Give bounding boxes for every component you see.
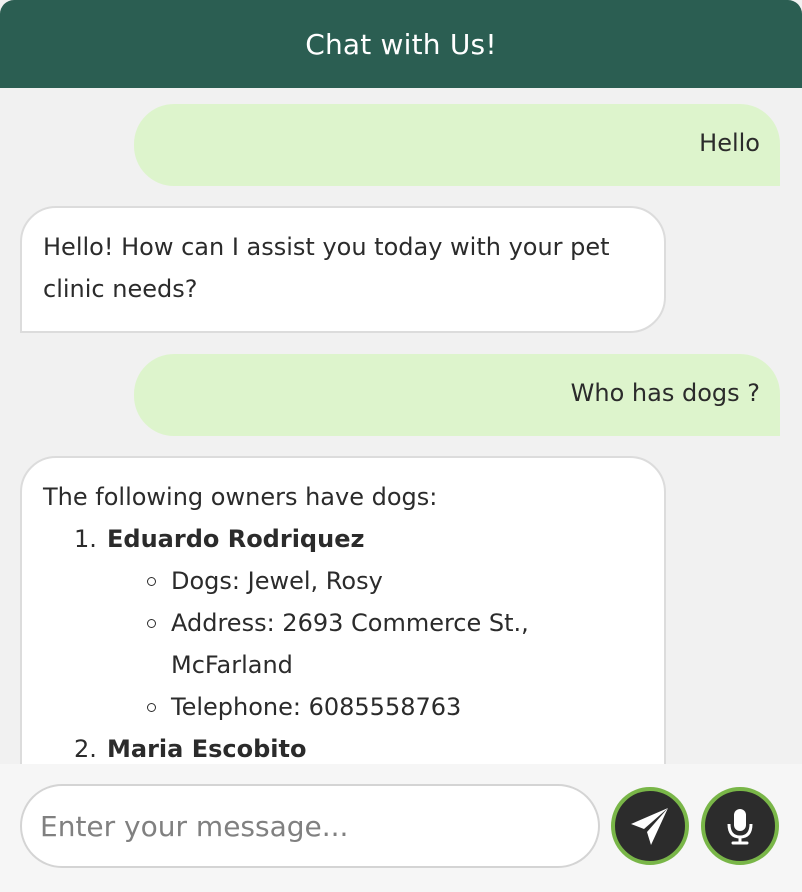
input-bar [0, 764, 802, 892]
bot-message: Hello! How can I assist you today with y… [20, 206, 666, 333]
chat-title: Chat with Us! [305, 27, 497, 61]
detail-text: Address: 2693 Commerce St., McFarland [171, 609, 529, 679]
user-message: Hello [134, 104, 780, 186]
owner-detail: Dogs: Jewel, Rosy [107, 560, 640, 602]
user-message: Who has dogs ? [134, 354, 780, 436]
bullet-icon [147, 703, 156, 712]
owner-list: 1. Eduardo Rodriquez Dogs: Jewel, Rosy A… [43, 518, 640, 764]
owner-detail: Telephone: 6085558763 [107, 686, 640, 728]
owner-detail: Address: 2693 Commerce St., McFarland [107, 602, 640, 686]
message-text: Who has dogs ? [570, 379, 760, 407]
message-text: Hello! How can I assist you today with y… [43, 233, 610, 303]
detail-text: Dogs: Jewel, Rosy [171, 567, 383, 595]
microphone-icon [727, 809, 753, 845]
send-icon [631, 808, 668, 845]
bullet-icon [147, 577, 156, 586]
owner-details: Dogs: Jewel, Rosy Address: 2693 Commerce… [107, 560, 640, 728]
owner-name: Eduardo Rodriquez [107, 525, 365, 553]
send-button[interactable] [611, 787, 689, 865]
owner-number: 2. [74, 735, 97, 763]
bot-message: The following owners have dogs: 1. Eduar… [20, 456, 666, 764]
owner-name: Maria Escobito [107, 735, 307, 763]
chat-widget: Chat with Us! Hello Hello! How can I ass… [0, 0, 802, 892]
bullet-icon [147, 619, 156, 628]
owner-item: 2. Maria Escobito [43, 728, 640, 764]
owner-item: 1. Eduardo Rodriquez Dogs: Jewel, Rosy A… [43, 518, 640, 728]
message-input[interactable] [20, 784, 600, 868]
chat-header: Chat with Us! [0, 0, 802, 88]
owner-number: 1. [74, 525, 97, 553]
detail-text: Telephone: 6085558763 [171, 693, 462, 721]
message-intro: The following owners have dogs: [43, 483, 438, 511]
microphone-button[interactable] [701, 787, 779, 865]
message-list[interactable]: Hello Hello! How can I assist you today … [0, 88, 802, 764]
message-text: Hello [699, 129, 760, 157]
